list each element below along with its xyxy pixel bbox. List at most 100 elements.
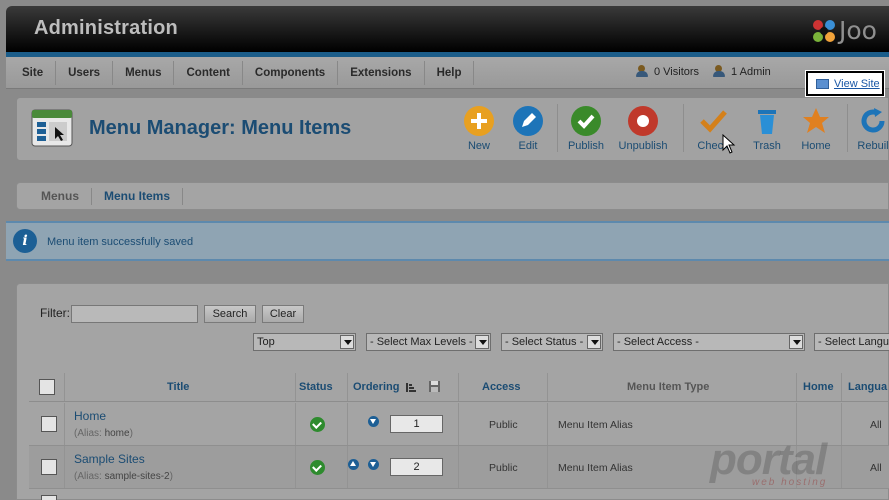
submenu-tabs: Menus Menu Items [29, 188, 184, 205]
column-divider [547, 446, 548, 488]
info-icon: i [13, 229, 37, 253]
clear-button[interactable]: Clear [262, 305, 304, 323]
order-input[interactable]: 1 [390, 415, 443, 433]
message-text: Menu item successfully saved [47, 236, 194, 248]
table-row [29, 489, 889, 500]
plus-icon [464, 106, 494, 136]
dropdown-arrow-icon [340, 335, 354, 349]
row-checkbox[interactable] [41, 416, 57, 432]
new-label: New [467, 140, 490, 152]
col-access[interactable]: Access [482, 381, 521, 393]
col-home[interactable]: Home [803, 381, 834, 393]
menu-help[interactable]: Help [425, 61, 475, 85]
logo-word: Joo [839, 16, 877, 45]
admins-status: 1 Admin [713, 65, 771, 78]
item-alias: (Alias: home) [74, 428, 133, 439]
menu-users[interactable]: Users [56, 61, 114, 85]
edit-button[interactable]: Edit [500, 106, 556, 152]
checkmark-icon [698, 106, 728, 136]
col-language[interactable]: Langua [848, 381, 887, 393]
publish-button[interactable]: Publish [558, 106, 614, 152]
unpublish-button[interactable]: Unpublish [615, 106, 671, 152]
sort-icon [406, 383, 416, 392]
column-divider [64, 446, 65, 488]
menu-select-value: Top [257, 336, 275, 348]
menu-site[interactable]: Site [10, 61, 57, 85]
menu-extensions[interactable]: Extensions [338, 61, 425, 85]
alias-suffix: ) [169, 471, 173, 482]
access-value: Public [489, 419, 518, 431]
rebuild-button[interactable]: Rebuil [845, 106, 889, 152]
order-input[interactable]: 2 [390, 458, 443, 476]
move-down-icon[interactable] [368, 459, 379, 470]
column-divider [458, 446, 459, 488]
publish-label: Publish [567, 140, 605, 152]
filter-label: Filter: [40, 306, 70, 320]
header-bar: Administration Joo [6, 6, 889, 52]
access-select-value: - Select Access - [617, 336, 699, 348]
alias-value: home [104, 428, 130, 439]
status-area: 0 Visitors 1 Admin [636, 65, 771, 78]
search-button[interactable]: Search [204, 305, 256, 323]
column-divider [347, 403, 348, 445]
select-all-checkbox[interactable] [39, 379, 55, 395]
column-divider [295, 403, 296, 445]
menu-item-type-value: Menu Item Alias [558, 419, 633, 431]
dropdown-arrow-icon [789, 335, 803, 349]
column-divider [458, 403, 459, 445]
tab-menus[interactable]: Menus [29, 188, 93, 205]
home-button[interactable]: Home [788, 106, 844, 152]
menu-bar: Site Users Menus Content Components Exte… [6, 57, 889, 89]
menu-components[interactable]: Components [243, 61, 339, 85]
language-select[interactable]: - Select Langu [814, 333, 889, 351]
column-divider [547, 373, 548, 401]
item-title-link[interactable]: Sample Sites [74, 452, 145, 466]
published-check-icon[interactable] [310, 460, 325, 475]
table-header: Title Status Ordering Access Menu Item T… [29, 373, 889, 402]
unpublish-label: Unpublish [618, 140, 668, 152]
check-circle-icon [571, 106, 601, 136]
dropdown-arrow-icon [587, 335, 601, 349]
move-down-icon[interactable] [368, 416, 379, 427]
view-site-label: View Site [834, 77, 880, 90]
item-title-link[interactable]: Home [74, 409, 106, 423]
main-menu: Site Users Menus Content Components Exte… [10, 61, 475, 85]
published-check-icon[interactable] [310, 417, 325, 432]
trash-icon [752, 106, 782, 136]
max-levels-select[interactable]: - Select Max Levels - [366, 333, 491, 351]
access-select[interactable]: - Select Access - [613, 333, 805, 351]
column-divider [458, 373, 459, 401]
tab-menu-items[interactable]: Menu Items [92, 188, 184, 205]
menu-menus[interactable]: Menus [113, 61, 175, 85]
view-site-link[interactable]: View Site [806, 71, 884, 96]
trash-button[interactable]: Trash [739, 106, 795, 152]
new-button[interactable]: New [451, 106, 507, 152]
joomla-logo-icon [813, 20, 835, 42]
row-checkbox[interactable] [41, 459, 57, 475]
star-icon [801, 106, 831, 136]
home-label: Home [801, 140, 831, 152]
column-divider [347, 446, 348, 488]
row-checkbox[interactable] [41, 495, 57, 500]
column-divider [841, 373, 842, 401]
joomla-logo: Joo [809, 16, 889, 46]
menu-content[interactable]: Content [174, 61, 243, 85]
column-divider [347, 373, 348, 401]
column-divider [295, 446, 296, 488]
admins-count: 1 Admin [731, 65, 771, 78]
language-value: All [870, 462, 882, 474]
rebuild-label: Rebuil [857, 140, 889, 152]
col-ordering[interactable]: Ordering [353, 381, 399, 393]
status-select[interactable]: - Select Status - [501, 333, 603, 351]
col-title[interactable]: Title [167, 381, 189, 393]
submenu: Menus Menu Items [16, 182, 889, 210]
column-divider [547, 403, 548, 445]
stop-circle-icon [628, 106, 658, 136]
filter-input[interactable] [71, 305, 198, 323]
visitors-icon [636, 65, 650, 78]
move-up-icon[interactable] [348, 459, 359, 470]
menu-select[interactable]: Top [253, 333, 356, 351]
column-divider [295, 373, 296, 401]
col-status[interactable]: Status [299, 381, 333, 393]
save-order-icon[interactable] [428, 380, 441, 393]
